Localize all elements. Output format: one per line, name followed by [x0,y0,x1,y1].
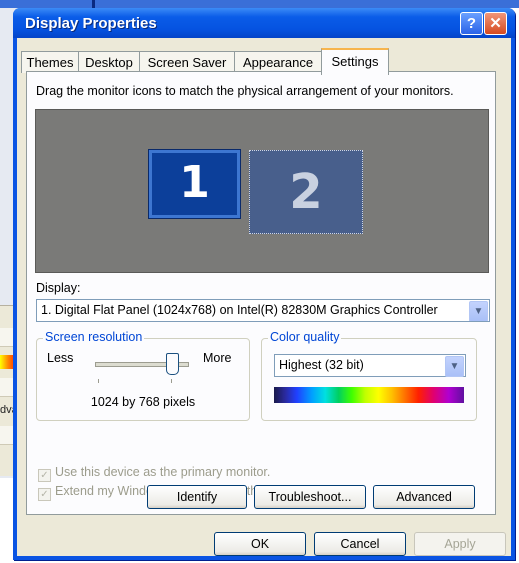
title-bar[interactable]: Display Properties ? ✕ [13,8,515,38]
color-quality-title: Color quality [268,330,342,344]
background-titlebar [0,0,519,8]
color-quality-group: Color quality Highest (32 bit) ▼ [261,330,477,421]
screen-resolution-group: Screen resolution Less More 1024 by 768 … [36,330,250,421]
screen-resolution-title: Screen resolution [43,330,145,344]
dialog-client-area: Themes Desktop Screen Saver Appearance S… [17,38,511,556]
instruction-text: Drag the monitor icons to match the phys… [36,84,454,98]
chevron-down-icon[interactable]: ▼ [469,301,488,321]
color-spectrum-bar [274,387,464,403]
checkmark-icon: ✓ [38,488,51,501]
resolution-slider-thumb[interactable] [166,353,179,375]
monitor-arrangement-area[interactable]: 1 2 [35,109,489,273]
primary-monitor-label: Use this device as the primary monitor. [55,465,271,479]
tab-themes[interactable]: Themes [21,51,79,73]
tab-appearance[interactable]: Appearance [234,51,322,73]
monitor-1-icon[interactable]: 1 [148,149,241,219]
help-button[interactable]: ? [460,12,483,35]
chevron-down-icon[interactable]: ▼ [445,356,464,377]
color-quality-value: Highest (32 bit) [279,358,364,372]
settings-page: Drag the monitor icons to match the phys… [26,71,496,515]
display-select[interactable]: 1. Digital Flat Panel (1024x768) on Inte… [36,299,490,322]
window-title: Display Properties [25,15,157,32]
ok-button[interactable]: OK [214,532,306,556]
advanced-button[interactable]: Advanced [373,485,475,509]
color-quality-select[interactable]: Highest (32 bit) ▼ [274,354,466,377]
troubleshoot-button[interactable]: Troubleshoot... [254,485,366,509]
resolution-value: 1024 by 768 pixels [90,395,196,409]
display-select-value: 1. Digital Flat Panel (1024x768) on Inte… [41,303,438,317]
display-label: Display: [36,281,81,295]
close-button[interactable]: ✕ [484,12,507,35]
cancel-button[interactable]: Cancel [314,532,406,556]
tab-desktop[interactable]: Desktop [78,51,140,73]
tab-screen-saver[interactable]: Screen Saver [139,51,235,73]
more-label: More [203,351,232,365]
tab-settings[interactable]: Settings [321,48,389,75]
slider-tick [98,379,99,383]
primary-monitor-checkbox[interactable]: ✓ Use this device as the primary monitor. [38,465,270,482]
apply-button[interactable]: Apply [414,532,506,556]
identify-button[interactable]: Identify [147,485,247,509]
display-properties-dialog: Display Properties ? ✕ Themes Desktop Sc… [13,8,515,560]
less-label: Less [47,351,74,365]
monitor-2-icon[interactable]: 2 [249,150,363,234]
checkmark-icon: ✓ [38,469,51,482]
slider-tick [171,379,172,383]
